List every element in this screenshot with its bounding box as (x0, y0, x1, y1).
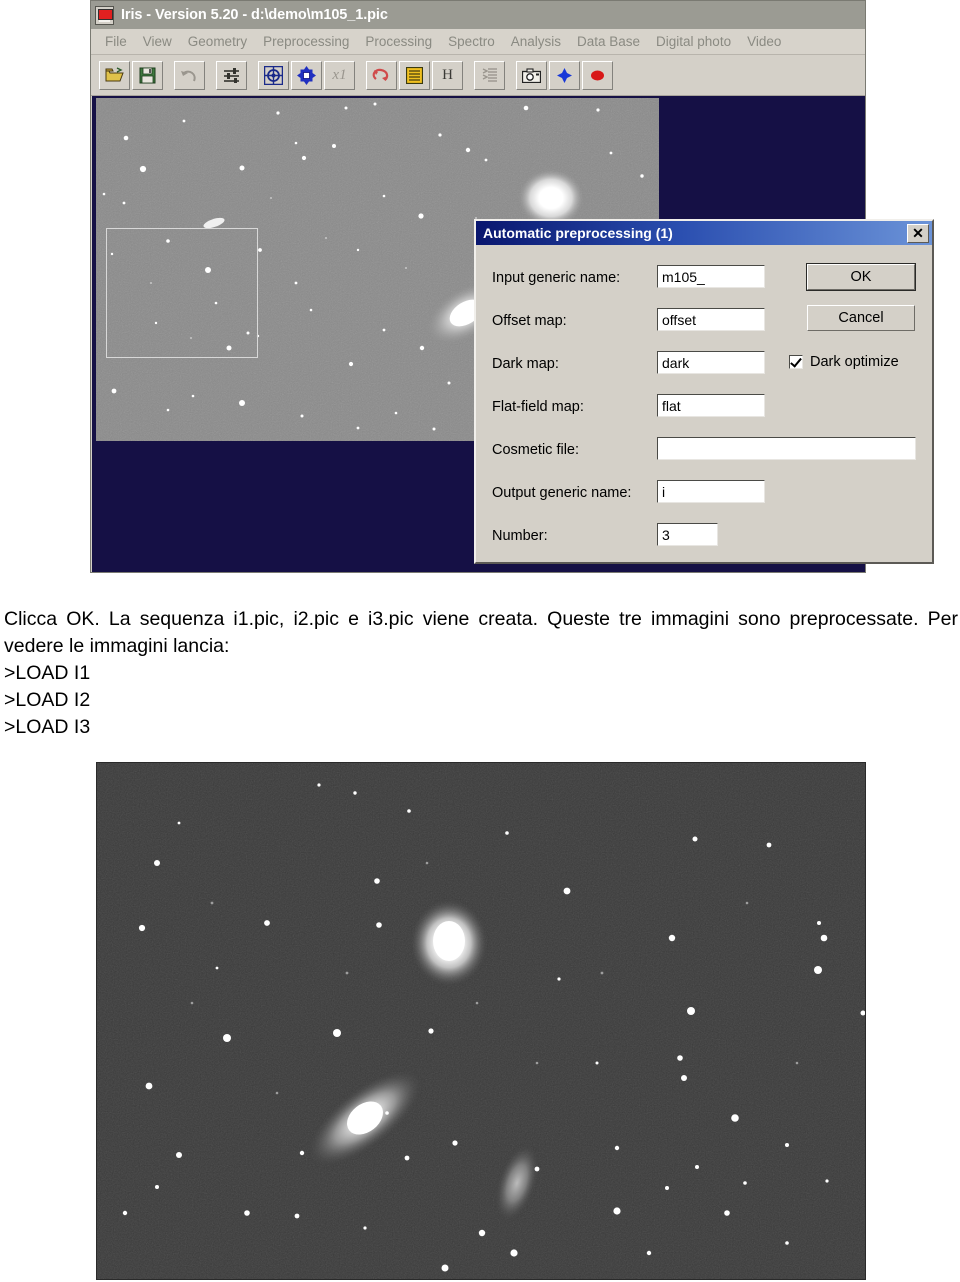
iris-application-window: Iris - Version 5.20 - d:\demo\m105_1.pic… (90, 0, 934, 573)
window-titlebar[interactable]: Iris - Version 5.20 - d:\demo\m105_1.pic (91, 1, 865, 29)
command-list: >LOAD I1 >LOAD I2 >LOAD I3 (4, 660, 958, 741)
save-file-icon[interactable] (132, 60, 163, 90)
label-output-generic-name: Output generic name: (492, 485, 632, 501)
input-generic-name-field[interactable]: m105_ (657, 265, 765, 288)
menu-item-processing[interactable]: Processing (357, 34, 440, 49)
camera-icon[interactable] (516, 60, 547, 90)
dark-optimize-checkbox-row[interactable]: Dark optimize (789, 354, 899, 370)
command-line-2: >LOAD I2 (4, 689, 91, 711)
label-offset-map: Offset map: (492, 313, 567, 329)
label-dark-map: Dark map: (492, 356, 559, 372)
palette-icon[interactable] (399, 60, 430, 90)
menu-item-preprocessing[interactable]: Preprocessing (255, 34, 357, 49)
menu-item-digital-photo[interactable]: Digital photo (648, 34, 739, 49)
cosmetic-file-field[interactable] (657, 437, 916, 460)
output-generic-name-field[interactable]: i (657, 480, 765, 503)
menu-bar: File View Geometry Preprocessing Process… (91, 29, 865, 55)
number-field[interactable]: 3 (657, 523, 718, 546)
blue-diamond-icon[interactable] (549, 60, 580, 90)
command-line-1: >LOAD I1 (4, 662, 91, 684)
command-list-icon[interactable] (474, 60, 505, 90)
loop-process-icon[interactable] (366, 60, 397, 90)
dark-optimize-label: Dark optimize (810, 354, 899, 370)
selection-rectangle[interactable] (106, 228, 258, 358)
dialog-titlebar[interactable]: Automatic preprocessing (1) ✕ (476, 221, 932, 245)
menu-item-file[interactable]: File (97, 34, 135, 49)
monitor-icon (95, 5, 114, 25)
menu-item-view[interactable]: View (135, 34, 180, 49)
preprocessed-result-image (96, 762, 866, 1280)
menu-item-analysis[interactable]: Analysis (503, 34, 569, 49)
instruction-paragraph: Clicca OK. La sequenza i1.pic, i2.pic e … (4, 608, 958, 657)
dark-map-field[interactable]: dark (657, 351, 765, 374)
menu-item-geometry[interactable]: Geometry (180, 34, 255, 49)
threshold-sliders-icon[interactable] (216, 60, 247, 90)
histogram-icon[interactable]: H (432, 60, 463, 90)
window-title: Iris - Version 5.20 - d:\demo\m105_1.pic (121, 7, 388, 23)
toolbar: x1 H (91, 55, 865, 96)
ok-button[interactable]: OK (806, 263, 916, 291)
instruction-text-block: Clicca OK. La sequenza i1.pic, i2.pic e … (4, 606, 958, 741)
command-line-3: >LOAD I3 (4, 716, 91, 738)
cancel-button[interactable]: Cancel (807, 305, 915, 331)
open-file-icon[interactable] (99, 60, 130, 90)
close-icon[interactable]: ✕ (907, 223, 929, 243)
label-input-generic-name: Input generic name: (492, 270, 621, 286)
dialog-title: Automatic preprocessing (1) (483, 225, 673, 241)
dark-optimize-checkbox[interactable] (789, 355, 803, 369)
undo-icon[interactable] (174, 60, 205, 90)
pan-move-icon[interactable] (291, 60, 322, 90)
offset-map-field[interactable]: offset (657, 308, 765, 331)
menu-item-data-base[interactable]: Data Base (569, 34, 648, 49)
zoom-x1-icon[interactable]: x1 (324, 60, 355, 90)
automatic-preprocessing-dialog: Automatic preprocessing (1) ✕ Input gene… (474, 219, 934, 564)
red-record-icon[interactable] (582, 60, 613, 90)
menu-item-video[interactable]: Video (739, 34, 789, 49)
menu-item-spectro[interactable]: Spectro (440, 34, 503, 49)
flat-field-map-field[interactable]: flat (657, 394, 765, 417)
label-number: Number: (492, 528, 548, 544)
label-flat-field-map: Flat-field map: (492, 399, 584, 415)
label-cosmetic-file: Cosmetic file: (492, 442, 580, 458)
auto-threshold-target-icon[interactable] (258, 60, 289, 90)
